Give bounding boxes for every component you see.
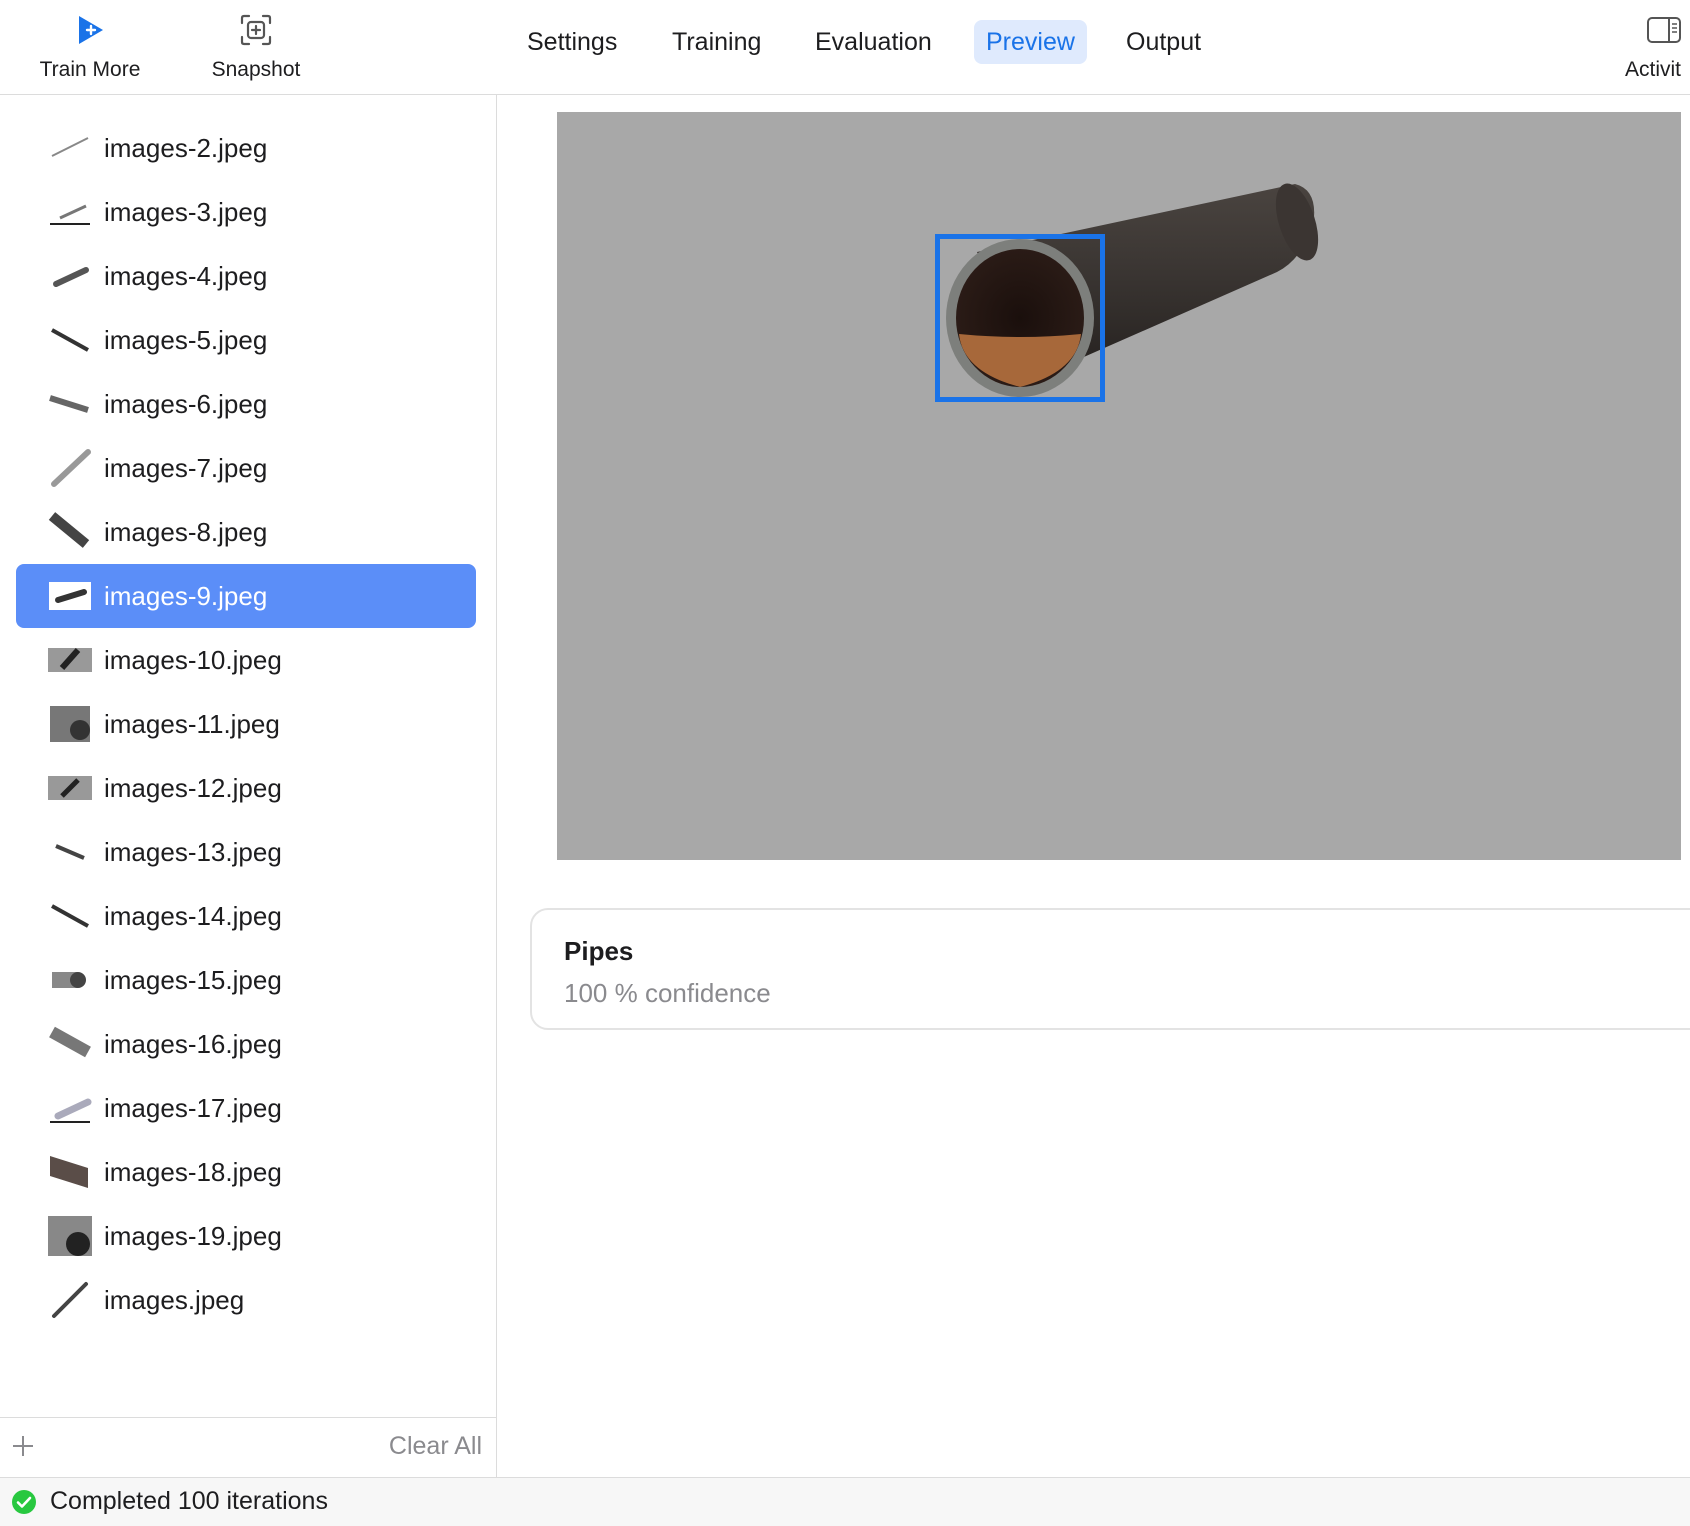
image-thumbnail (48, 638, 92, 682)
play-plus-icon (70, 10, 110, 50)
image-thumbnail (48, 254, 92, 298)
file-list-item[interactable]: images-6.jpeg (0, 372, 496, 436)
tab-training[interactable]: Training (660, 20, 773, 64)
checkmark-circle-icon (11, 1489, 37, 1515)
image-thumbnail (48, 446, 92, 490)
file-name: images-15.jpeg (104, 964, 282, 995)
file-list-item[interactable]: images-18.jpeg (0, 1140, 496, 1204)
snapshot-button[interactable]: Snapshot (201, 10, 311, 88)
toolbar: Train More Snapshot Settings Training Ev… (0, 0, 1690, 95)
file-name: images-9.jpeg (104, 580, 268, 611)
file-name: images.jpeg (104, 1284, 245, 1315)
sidebar-toggle-icon (1644, 10, 1684, 50)
file-name: images-17.jpeg (104, 1092, 282, 1123)
prediction-result-card: Pipes 100 % confidence (530, 908, 1690, 1030)
file-list-item[interactable]: images-17.jpeg (0, 1076, 496, 1140)
file-name: images-4.jpeg (104, 260, 268, 291)
image-thumbnail (48, 1150, 92, 1194)
file-name: images-10.jpeg (104, 644, 282, 675)
tab-settings[interactable]: Settings (515, 20, 629, 64)
image-thumbnail (48, 766, 92, 810)
file-name: images-3.jpeg (104, 196, 268, 227)
activity-button[interactable]: Activit (1620, 10, 1690, 88)
file-name: images-11.jpeg (104, 708, 280, 739)
image-thumbnail (48, 1214, 92, 1258)
result-label: Pipes (564, 936, 634, 966)
file-name: images-13.jpeg (104, 836, 282, 867)
image-thumbnail (48, 702, 92, 746)
file-name: images-6.jpeg (104, 388, 268, 419)
image-thumbnail (48, 574, 92, 618)
status-bar: Completed 100 iterations (0, 1477, 1690, 1526)
image-thumbnail (48, 830, 92, 874)
file-name: images-5.jpeg (104, 324, 268, 355)
file-list-item[interactable]: images-12.jpeg (0, 756, 496, 820)
file-list-item[interactable]: images.jpeg (0, 1268, 496, 1332)
file-name: images-19.jpeg (104, 1220, 282, 1251)
file-list-item[interactable]: images-13.jpeg (0, 820, 496, 884)
file-name: images-8.jpeg (104, 516, 268, 547)
snapshot-label: Snapshot (211, 58, 301, 81)
image-thumbnail (48, 382, 92, 426)
file-name: images-18.jpeg (104, 1156, 282, 1187)
train-more-button[interactable]: Train More (35, 10, 145, 88)
activity-label: Activit (1625, 58, 1682, 81)
file-list: images-2.jpeg images-3.jpeg images-4.jpeg i… (0, 116, 496, 1332)
file-name: images-14.jpeg (104, 900, 282, 931)
file-list-item[interactable]: images-2.jpeg (0, 116, 496, 180)
file-list-item[interactable]: images-9.jpeg (0, 564, 496, 628)
sidebar-footer: Clear All (0, 1417, 496, 1477)
tab-preview[interactable]: Preview (974, 20, 1087, 64)
file-sidebar: images-2.jpeg images-3.jpeg images-4.jpeg i… (0, 95, 497, 1477)
train-more-label: Train More (39, 58, 141, 81)
image-thumbnail (48, 126, 92, 170)
file-list-item[interactable]: images-7.jpeg (0, 436, 496, 500)
tab-evaluation[interactable]: Evaluation (803, 20, 944, 64)
status-text: Completed 100 iterations (50, 1487, 328, 1515)
image-thumbnail (48, 318, 92, 362)
file-list-item[interactable]: images-14.jpeg (0, 884, 496, 948)
file-name: images-16.jpeg (104, 1028, 282, 1059)
pipe-photo (946, 183, 1319, 397)
file-name: images-7.jpeg (104, 452, 268, 483)
clear-all-button[interactable]: Clear All (389, 1432, 482, 1461)
image-thumbnail (48, 1278, 92, 1322)
detection-bounding-box (935, 234, 1105, 402)
image-thumbnail (48, 1086, 92, 1130)
file-list-item[interactable]: images-5.jpeg (0, 308, 496, 372)
image-thumbnail (48, 1022, 92, 1066)
file-list-item[interactable]: images-16.jpeg (0, 1012, 496, 1076)
file-list-item[interactable]: images-8.jpeg (0, 500, 496, 564)
snapshot-icon (236, 10, 276, 50)
result-confidence: 100 % confidence (564, 978, 771, 1008)
image-thumbnail (48, 958, 92, 1002)
file-name: images-12.jpeg (104, 772, 282, 803)
image-thumbnail (48, 894, 92, 938)
file-list-item[interactable]: images-10.jpeg (0, 628, 496, 692)
file-list-item[interactable]: images-19.jpeg (0, 1204, 496, 1268)
file-list-item[interactable]: images-3.jpeg (0, 180, 496, 244)
preview-image (557, 112, 1681, 860)
file-list-item[interactable]: images-15.jpeg (0, 948, 496, 1012)
plus-icon[interactable] (8, 1428, 38, 1464)
file-name: images-2.jpeg (104, 132, 268, 163)
tab-output[interactable]: Output (1114, 20, 1213, 64)
image-thumbnail (48, 510, 92, 554)
file-list-item[interactable]: images-4.jpeg (0, 244, 496, 308)
image-thumbnail (48, 190, 92, 234)
file-list-item[interactable]: images-11.jpeg (0, 692, 496, 756)
